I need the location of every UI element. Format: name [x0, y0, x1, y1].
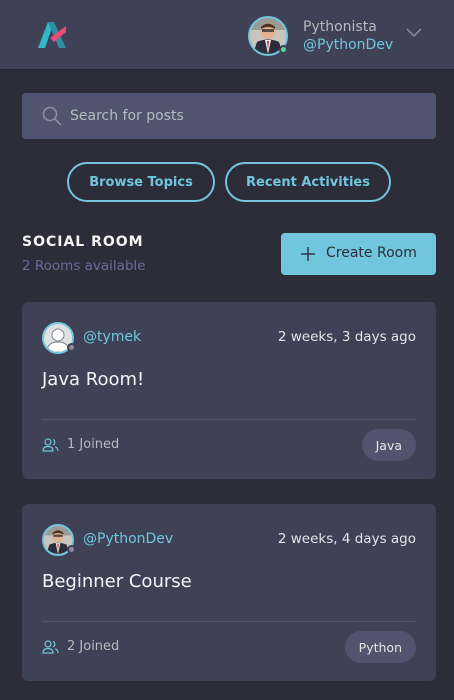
- search-bar: [22, 93, 436, 139]
- room-card[interactable]: @tymek 2 weeks, 3 days ago Java Room! 1 …: [22, 302, 436, 479]
- online-status-dot: [279, 45, 288, 54]
- host-avatar[interactable]: [42, 524, 76, 556]
- create-room-button[interactable]: Create Room: [281, 233, 436, 275]
- plus-icon: [301, 247, 315, 261]
- topic-tag[interactable]: Python: [344, 631, 416, 663]
- search-icon: [42, 106, 62, 126]
- rooms-count: 2 Rooms available: [22, 258, 146, 274]
- room-name[interactable]: Beginner Course: [42, 571, 192, 592]
- logo-icon[interactable]: [36, 20, 68, 50]
- host-avatar[interactable]: [42, 322, 76, 354]
- user-avatar[interactable]: [248, 16, 288, 56]
- people-icon: [42, 640, 59, 654]
- people-icon: [42, 438, 59, 452]
- chevron-down-icon[interactable]: [406, 28, 422, 38]
- recent-activities-button[interactable]: Recent Activities: [225, 162, 391, 202]
- room-name[interactable]: Java Room!: [42, 369, 144, 390]
- room-timestamp: 2 weeks, 4 days ago: [277, 531, 416, 547]
- divider: [42, 621, 416, 622]
- user-handle: @PythonDev: [303, 37, 394, 53]
- room-card[interactable]: @PythonDev 2 weeks, 4 days ago Beginner …: [22, 504, 436, 681]
- create-room-label: Create Room: [326, 245, 417, 261]
- joined-count: 2 Joined: [67, 639, 120, 654]
- search-input[interactable]: [70, 93, 420, 139]
- top-header: Pythonista @PythonDev: [0, 0, 454, 70]
- user-display-name: Pythonista: [303, 19, 377, 35]
- section-title: SOCIAL ROOM: [22, 234, 144, 250]
- topic-tag[interactable]: Java: [361, 429, 416, 461]
- joined-count: 1 Joined: [67, 437, 120, 452]
- host-username[interactable]: @PythonDev: [83, 531, 173, 547]
- status-dot: [67, 545, 76, 554]
- divider: [42, 419, 416, 420]
- status-dot: [67, 343, 76, 352]
- host-username[interactable]: @tymek: [83, 329, 141, 345]
- room-timestamp: 2 weeks, 3 days ago: [277, 329, 416, 345]
- browse-topics-button[interactable]: Browse Topics: [67, 162, 215, 202]
